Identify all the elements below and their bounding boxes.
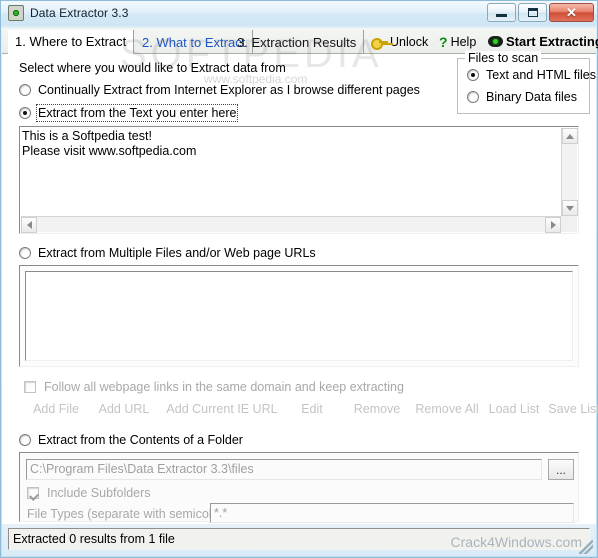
load-list-button: Load List — [488, 402, 540, 416]
unlock-label: Unlock — [390, 34, 429, 49]
tab-where-to-extract[interactable]: 1. Where to Extract — [8, 30, 135, 54]
files-to-scan-group: Files to scan Text and HTML files Binary… — [457, 51, 596, 114]
edit-button: Edit — [301, 402, 323, 416]
radio-extract-folder-contents[interactable]: Extract from the Contents of a Folder — [19, 433, 243, 447]
eye-icon — [488, 36, 503, 47]
radio-indicator — [19, 434, 31, 446]
radio-label: Extract from the Text you enter here — [35, 104, 239, 122]
radio-label: Text and HTML files — [486, 68, 596, 82]
urls-list-panel[interactable] — [19, 265, 579, 367]
scroll-down-icon[interactable] — [562, 200, 578, 216]
add-url-button: Add URL — [98, 402, 150, 416]
include-subfolders-checkbox: Include Subfolders — [27, 486, 151, 500]
add-current-ie-url-button: Add Current IE URL — [166, 402, 278, 416]
browse-folder-button[interactable]: ... — [548, 459, 574, 480]
minimize-button[interactable] — [487, 3, 516, 22]
folder-path-field[interactable]: C:\Program Files\Data Extractor 3.3\file… — [26, 459, 542, 480]
radio-extract-multiple-files[interactable]: Extract from Multiple Files and/or Web p… — [19, 246, 316, 260]
text-input-horizontal-scrollbar[interactable] — [21, 216, 561, 233]
maximize-button[interactable] — [518, 3, 547, 22]
radio-label: Extract from Multiple Files and/or Web p… — [38, 246, 316, 260]
status-bar: Extracted 0 results from 1 file Crack4Wi… — [2, 524, 596, 556]
title-bar-left: Data Extractor 3.3 — [8, 5, 129, 21]
include-subfolders-label: Include Subfolders — [47, 486, 151, 500]
scrollbar-corner — [561, 216, 577, 232]
save-list-button: Save List — [548, 402, 598, 416]
tab-extraction-results[interactable]: 3. Extraction Results — [230, 30, 365, 54]
files-to-scan-title: Files to scan — [465, 51, 542, 65]
follow-links-checkbox: Follow all webpage links in the same dom… — [24, 380, 404, 394]
radio-extract-from-text[interactable]: Extract from the Text you enter here — [19, 104, 239, 122]
checkbox-indicator — [27, 487, 39, 499]
start-extracting-button[interactable]: Start Extracting — [488, 31, 598, 52]
client-area: SOFTPEDIA www.softpedia.com Select where… — [2, 32, 598, 525]
text-input-value[interactable]: This is a Softpedia test! Please visit w… — [22, 129, 559, 159]
radio-indicator — [19, 247, 31, 259]
list-buttons-row: Add File Add URL Add Current IE URL Edit… — [19, 402, 598, 420]
maximize-icon — [519, 4, 546, 21]
help-button[interactable]: ? Help — [439, 31, 476, 52]
unlock-button[interactable]: Unlock — [371, 31, 428, 52]
radio-indicator — [19, 107, 31, 119]
help-label: Help — [450, 34, 477, 49]
start-extracting-label: Start Extracting — [506, 34, 598, 49]
add-file-button: Add File — [33, 402, 79, 416]
resize-grip[interactable] — [579, 540, 593, 554]
tab-label: 1. Where to Extract — [15, 34, 127, 49]
radio-text-and-html-files[interactable]: Text and HTML files — [467, 68, 596, 82]
status-text: Extracted 0 results from 1 file — [8, 528, 590, 550]
radio-continually-extract[interactable]: Continually Extract from Internet Explor… — [19, 83, 420, 97]
radio-binary-data-files[interactable]: Binary Data files — [467, 90, 577, 104]
scroll-up-icon[interactable] — [562, 128, 578, 144]
checkbox-indicator — [24, 381, 36, 393]
key-icon — [371, 36, 388, 50]
question-mark-icon: ? — [439, 33, 448, 50]
text-input-panel[interactable]: This is a Softpedia test! Please visit w… — [19, 126, 579, 234]
remove-button: Remove — [353, 402, 401, 416]
close-icon: ✕ — [566, 4, 577, 20]
urls-list-box[interactable] — [25, 271, 573, 361]
radio-label: Extract from the Contents of a Folder — [38, 433, 243, 447]
window-title: Data Extractor 3.3 — [30, 6, 129, 20]
application-window: Data Extractor 3.3 ✕ 1. Where to Extract… — [0, 0, 598, 558]
tab-label: 3. Extraction Results — [237, 34, 357, 50]
radio-label: Continually Extract from Internet Explor… — [38, 83, 420, 97]
scroll-left-icon[interactable] — [21, 217, 37, 233]
radio-indicator — [467, 91, 479, 103]
title-bar[interactable]: Data Extractor 3.3 ✕ — [1, 1, 597, 26]
follow-links-label: Follow all webpage links in the same dom… — [44, 380, 404, 394]
radio-indicator — [19, 84, 31, 96]
radio-label: Binary Data files — [486, 90, 578, 104]
close-button[interactable]: ✕ — [549, 3, 594, 22]
radio-indicator — [467, 69, 479, 81]
file-types-label: File Types (separate with semicolons) — [27, 507, 236, 521]
scroll-right-icon[interactable] — [545, 217, 561, 233]
prompt-label: Select where you would like to Extract d… — [19, 61, 286, 75]
folder-panel: C:\Program Files\Data Extractor 3.3\file… — [19, 452, 579, 523]
remove-all-button: Remove All — [415, 402, 479, 416]
minimize-icon — [488, 4, 515, 21]
file-types-field[interactable]: *.* — [210, 503, 574, 523]
window-controls: ✕ — [487, 3, 594, 22]
app-eye-icon — [8, 5, 24, 21]
text-input-vertical-scrollbar[interactable] — [561, 128, 578, 216]
